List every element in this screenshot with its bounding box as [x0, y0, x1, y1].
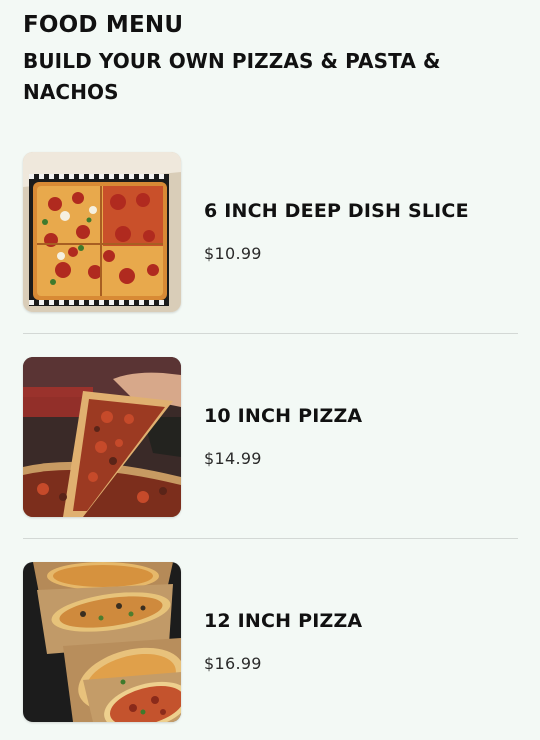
- item-name: 10 INCH PIZZA: [204, 405, 363, 427]
- pizzas-in-boxes-photo[interactable]: [23, 562, 181, 722]
- item-price: $14.99: [204, 449, 262, 468]
- item-name: 6 INCH DEEP DISH SLICE: [204, 200, 469, 222]
- divider: [23, 333, 518, 334]
- page-title: FOOD MENU: [23, 12, 184, 38]
- divider: [23, 538, 518, 539]
- deep-dish-slice-photo[interactable]: [23, 152, 181, 312]
- item-name: 12 INCH PIZZA: [204, 610, 363, 632]
- menu-header: FOOD MENU BUILD YOUR OWN PIZZAS & PASTA …: [23, 10, 513, 108]
- menu-item-deep-dish-slice[interactable]: 6 INCH DEEP DISH SLICE $10.99: [23, 152, 518, 312]
- menu-item-12-inch-pizza[interactable]: 12 INCH PIZZA $16.99: [23, 562, 518, 722]
- item-price: $10.99: [204, 244, 262, 263]
- item-price: $16.99: [204, 654, 262, 673]
- page-subtitle: BUILD YOUR OWN PIZZAS & PASTA & NACHOS: [23, 49, 441, 104]
- pizza-slice-pull-photo[interactable]: [23, 357, 181, 517]
- menu-item-10-inch-pizza[interactable]: 10 INCH PIZZA $14.99: [23, 357, 518, 517]
